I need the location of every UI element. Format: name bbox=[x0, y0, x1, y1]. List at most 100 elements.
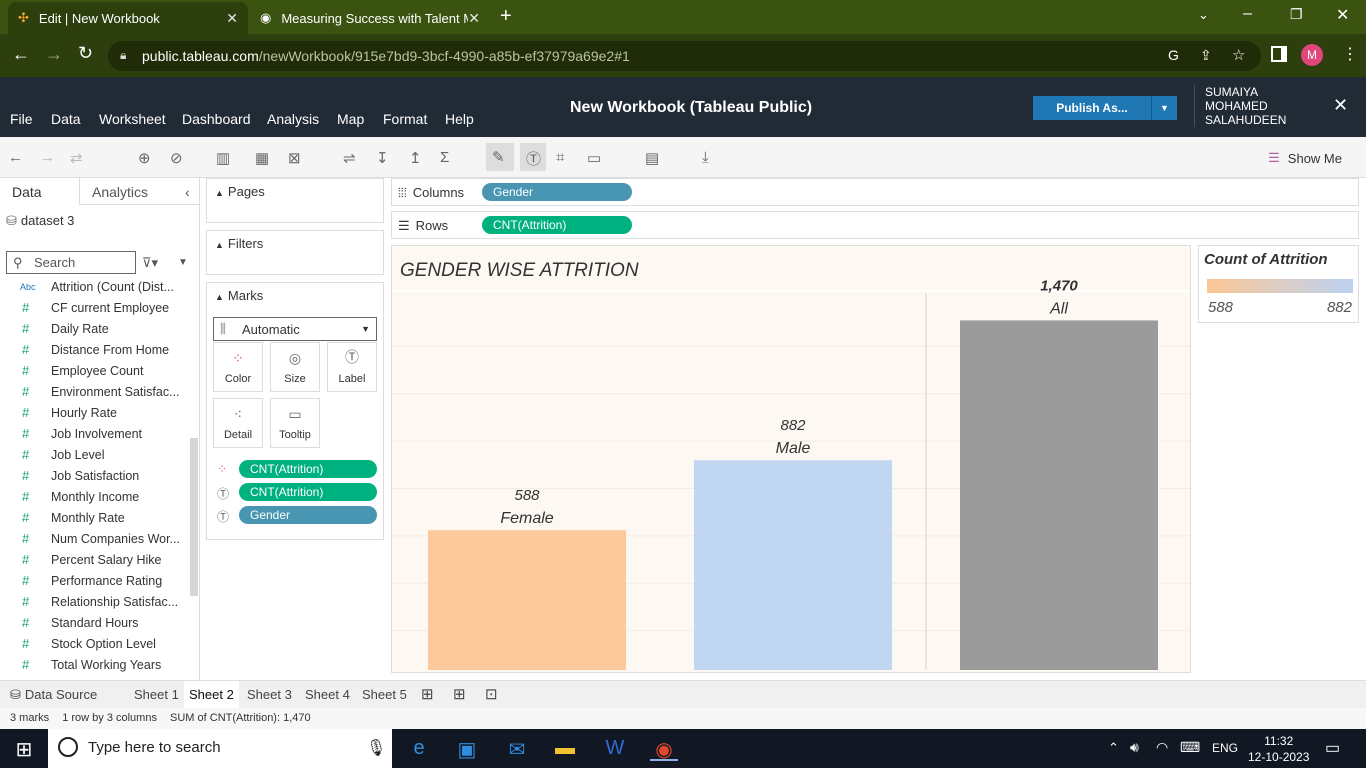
bar-female[interactable] bbox=[428, 530, 626, 670]
address-bar[interactable]: 🔒︎ public.tableau.com/newWorkbook/915e7b… bbox=[108, 41, 1261, 71]
replay-icon[interactable]: ⇄ bbox=[70, 149, 83, 167]
sheet-tab-5[interactable]: Sheet 5 bbox=[362, 687, 407, 702]
restore-icon[interactable]: ❐ bbox=[1290, 6, 1303, 23]
minimize-icon[interactable]: – bbox=[1243, 5, 1252, 23]
field-item[interactable]: # Employee Count bbox=[0, 360, 190, 381]
bar-male[interactable] bbox=[694, 460, 892, 670]
columns-shelf[interactable]: ⦙⦙⦙ Columns Gender bbox=[391, 178, 1359, 206]
field-search-input[interactable]: ⚲ Search bbox=[6, 251, 136, 274]
browser-tab-edit-workbook[interactable]: ✣ Edit | New Workbook ✕ bbox=[8, 2, 248, 34]
field-item[interactable]: # Hourly Rate bbox=[0, 402, 190, 423]
sidebar-toggle-icon[interactable] bbox=[1271, 46, 1287, 62]
wifi-icon[interactable]: ◠ bbox=[1156, 739, 1168, 756]
menu-help[interactable]: Help bbox=[445, 111, 474, 127]
menu-analysis[interactable]: Analysis bbox=[267, 111, 319, 127]
collapse-icon[interactable]: ▲ bbox=[215, 292, 224, 302]
bar-chart[interactable]: 588 Female 882 Male 1,470 All bbox=[392, 246, 1190, 672]
sheet-tab-2[interactable]: Sheet 2 bbox=[184, 681, 239, 709]
sheet-tab-4[interactable]: Sheet 4 bbox=[305, 687, 350, 702]
edge-icon[interactable]: e bbox=[405, 737, 433, 761]
menu-map[interactable]: Map bbox=[337, 111, 364, 127]
microphone-icon[interactable]: 🎙︎ bbox=[366, 738, 386, 758]
sheet-tab-1[interactable]: Sheet 1 bbox=[134, 687, 179, 702]
detail-button[interactable]: ⁖ Detail bbox=[213, 398, 263, 448]
field-item[interactable]: # Job Involvement bbox=[0, 423, 190, 444]
menu-dashboard[interactable]: Dashboard bbox=[182, 111, 251, 127]
close-tab-icon[interactable]: ✕ bbox=[226, 10, 238, 27]
format-icon[interactable]: ⌗ bbox=[556, 149, 564, 166]
menu-file[interactable]: File bbox=[10, 111, 33, 127]
field-item[interactable]: # Performance Rating bbox=[0, 570, 190, 591]
reload-icon[interactable]: ↻ bbox=[78, 43, 93, 64]
color-button[interactable]: ⁘ Color bbox=[213, 342, 263, 392]
presentation-icon[interactable]: ▤ bbox=[645, 149, 659, 167]
close-tab-icon[interactable]: ✕ bbox=[468, 10, 480, 27]
datasource-item[interactable]: ⛁ dataset 3 bbox=[6, 213, 74, 229]
undo-icon[interactable]: ← bbox=[8, 149, 23, 166]
sort-ascending-icon[interactable]: ↧ bbox=[376, 149, 389, 167]
clear-sheet-icon[interactable]: ⊠ bbox=[288, 149, 301, 167]
keyboard-icon[interactable]: ⌨ bbox=[1180, 739, 1200, 756]
new-datasource-icon[interactable]: ⊕ bbox=[138, 149, 151, 167]
columns-pill[interactable]: Gender bbox=[482, 183, 632, 201]
volume-icon[interactable]: 🔊︎ bbox=[1130, 739, 1139, 756]
back-icon[interactable]: ← bbox=[12, 44, 30, 65]
field-item[interactable]: # CF current Employee bbox=[0, 297, 190, 318]
collapse-icon[interactable]: ▲ bbox=[215, 188, 224, 198]
collapse-icon[interactable]: ▲ bbox=[215, 240, 224, 250]
fit-icon[interactable]: ▭ bbox=[587, 149, 601, 167]
window-close-icon[interactable]: ✕ bbox=[1336, 5, 1349, 25]
close-editor-icon[interactable]: ✕ bbox=[1333, 95, 1348, 116]
file-explorer-icon[interactable]: ▬ bbox=[551, 737, 579, 761]
new-story-tab-icon[interactable]: ⊡ bbox=[485, 685, 498, 703]
marks-pill-color[interactable]: CNT(Attrition) bbox=[239, 460, 377, 478]
new-worksheet-tab-icon[interactable]: ⊞ bbox=[421, 685, 434, 703]
field-item[interactable]: # Distance From Home bbox=[0, 339, 190, 360]
menu-worksheet[interactable]: Worksheet bbox=[99, 111, 166, 127]
field-item[interactable]: # Relationship Satisfac... bbox=[0, 591, 190, 612]
data-source-tab[interactable]: ⛁ Data Source bbox=[10, 687, 97, 703]
publish-button[interactable]: Publish As... ▼ bbox=[1033, 96, 1177, 120]
new-tab-icon[interactable]: + bbox=[500, 5, 512, 28]
word-icon[interactable]: W bbox=[601, 737, 629, 761]
notifications-icon[interactable]: ▭ bbox=[1325, 738, 1340, 758]
mark-type-select[interactable]: ⫼ Automatic ▼ bbox=[213, 317, 377, 341]
download-icon[interactable]: ⤓ bbox=[702, 149, 709, 166]
publish-label[interactable]: Publish As... bbox=[1033, 96, 1151, 120]
chrome-icon[interactable]: ◉ bbox=[650, 737, 678, 761]
marks-pill-label-dimension[interactable]: Gender bbox=[239, 506, 377, 524]
field-item[interactable]: Abc Attrition (Count (Dist... bbox=[0, 276, 190, 297]
field-item[interactable]: # Percent Salary Hike bbox=[0, 549, 190, 570]
duplicate-sheet-icon[interactable]: ▦ bbox=[255, 149, 269, 167]
pane-menu-icon[interactable]: ▼ bbox=[178, 257, 188, 268]
tab-search-chevron-icon[interactable]: ⌄ bbox=[1198, 7, 1209, 23]
profile-avatar[interactable]: M bbox=[1301, 44, 1323, 66]
field-item[interactable]: # Num Companies Wor... bbox=[0, 528, 190, 549]
label-button[interactable]: Ⓣ Label bbox=[327, 342, 377, 392]
browser-menu-icon[interactable]: ⋮ bbox=[1342, 44, 1358, 64]
viz-canvas[interactable]: GENDER WISE ATTRITION 588 Female 882 Male 1,… bbox=[391, 245, 1191, 673]
bookmark-star-icon[interactable]: ☆ bbox=[1232, 46, 1245, 64]
rows-shelf[interactable]: ☰ Rows CNT(Attrition) bbox=[391, 211, 1359, 239]
forward-icon[interactable]: → bbox=[45, 44, 63, 65]
show-labels-icon[interactable]: Ⓣ bbox=[520, 143, 546, 171]
windows-start-icon[interactable]: ⊞ bbox=[10, 737, 38, 761]
field-item[interactable]: # Environment Satisfac... bbox=[0, 381, 190, 402]
google-icon[interactable]: G bbox=[1168, 47, 1179, 63]
field-item[interactable]: # Daily Rate bbox=[0, 318, 190, 339]
show-me-button[interactable]: ☰ Show Me bbox=[1268, 150, 1342, 166]
sheet-tab-3[interactable]: Sheet 3 bbox=[247, 687, 292, 702]
browser-tab-measuring-success[interactable]: ◉ Measuring Success with Talent M ✕ bbox=[250, 2, 490, 34]
redo-icon[interactable]: → bbox=[40, 149, 55, 166]
size-button[interactable]: ◎ Size bbox=[270, 342, 320, 392]
publish-dropdown-icon[interactable]: ▼ bbox=[1151, 96, 1177, 120]
marks-pill-label-measure[interactable]: CNT(Attrition) bbox=[239, 483, 377, 501]
share-icon[interactable]: ⇪ bbox=[1200, 47, 1212, 64]
field-item[interactable]: # Monthly Income bbox=[0, 486, 190, 507]
tab-data[interactable]: Data bbox=[0, 178, 80, 205]
swap-rows-columns-icon[interactable]: ⇌ bbox=[343, 149, 356, 167]
field-item[interactable]: # Job Satisfaction bbox=[0, 465, 190, 486]
mail-icon[interactable]: ✉ bbox=[503, 737, 531, 761]
language-indicator[interactable]: ENG bbox=[1212, 741, 1238, 755]
user-name[interactable]: SUMAIYA MOHAMED SALAHUDEEN bbox=[1194, 85, 1294, 127]
